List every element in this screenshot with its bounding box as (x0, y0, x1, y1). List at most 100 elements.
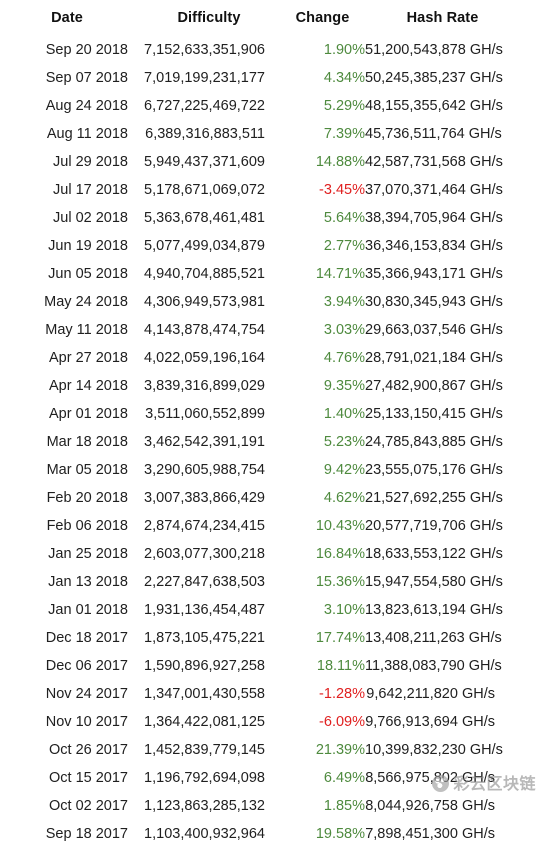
cell-hash-rate: 23,555,075,176 GH/s (365, 462, 503, 478)
cell-date: Apr 27 2018 (48, 350, 128, 366)
cell-date: May 11 2018 (45, 322, 128, 338)
cell-date: Aug 24 2018 (45, 98, 128, 114)
cell-date: Aug 11 2018 (46, 126, 128, 142)
cell-hash-rate: 45,736,511,764 GH/s (365, 126, 502, 142)
cell-hash-rate: 11,388,083,790 GH/s (365, 658, 502, 674)
cell-difficulty: 2,227,847,638,503 (144, 574, 265, 590)
cell-difficulty: 1,196,792,694,098 (144, 770, 265, 786)
cell-date: Nov 10 2017 (45, 714, 128, 730)
cell-date: Dec 06 2017 (45, 658, 128, 674)
cell-difficulty: 1,873,105,475,221 (144, 630, 265, 646)
cell-hash-rate: 15,947,554,580 GH/s (365, 574, 503, 590)
cell-difficulty: 3,290,605,988,754 (144, 462, 265, 478)
cell-change: 18.11% (316, 658, 365, 674)
cell-difficulty: 3,511,060,552,899 (145, 406, 265, 422)
bitcoin-difficulty-table: Date Difficulty Change Hash Rate Sep 20 … (0, 0, 542, 848)
cell-hash-rate: 35,366,943,171 GH/s (365, 266, 503, 282)
cell-date: Apr 14 2018 (48, 378, 128, 394)
cell-date: Sep 07 2018 (45, 70, 128, 86)
cell-hash-rate: 10,399,832,230 GH/s (365, 742, 503, 758)
cell-hash-rate: 37,070,371,464 GH/s (365, 182, 503, 198)
table-row: Dec 06 2017 1,590,896,927,258 18.11% 11,388… (0, 652, 542, 680)
table-row: Jun 05 2018 4,940,704,885,521 14.71% 35,366… (0, 260, 542, 288)
cell-change: 1.85% (323, 798, 365, 814)
cell-difficulty: 5,178,671,069,072 (144, 182, 265, 198)
cell-change: 1.90% (323, 42, 365, 58)
cell-change: 5.29% (323, 98, 365, 114)
cell-hash-rate: 42,587,731,568 GH/s (365, 154, 503, 170)
table-row: Jul 02 2018 5,363,678,461,481 5.64% 38,394,… (0, 204, 542, 232)
cell-difficulty: 4,022,059,196,164 (144, 350, 265, 366)
table-row: Jul 17 2018 5,178,671,069,072 -3.45% 37,070… (0, 176, 542, 204)
cell-hash-rate: 8,044,926,758 GH/s (365, 798, 495, 814)
cell-change: 5.64% (323, 210, 365, 226)
table-row: May 24 2018 4,306,949,573,981 3.94% 30,830,… (0, 288, 542, 316)
cell-difficulty: 1,452,839,779,145 (144, 742, 265, 758)
cell-difficulty: 3,462,542,391,191 (144, 434, 265, 450)
cell-date: May 24 2018 (44, 294, 128, 310)
cell-date: Jul 29 2018 (53, 154, 128, 170)
column-header-difficulty: Difficulty (177, 10, 241, 26)
cell-change: 4.76% (323, 350, 365, 366)
cell-date: Jun 05 2018 (48, 266, 128, 282)
cell-change: 16.84% (315, 546, 365, 562)
cell-difficulty: 2,603,077,300,218 (144, 546, 265, 562)
table-row: Feb 20 2018 3,007,383,866,429 4.62% 21,527,… (0, 484, 542, 512)
cell-hash-rate: 29,663,037,546 GH/s (365, 322, 503, 338)
cell-change: 3.10% (323, 602, 365, 618)
cell-change: -6.09% (319, 714, 365, 730)
cell-hash-rate: 18,633,553,122 GH/s (365, 546, 503, 562)
cell-change: 19.58% (315, 826, 365, 842)
table-row: Aug 24 2018 6,727,225,469,722 5.29% 48,155,… (0, 92, 542, 120)
table-row: Sep 18 2017 1,103,400,932,964 19.58% 7,898,… (0, 820, 542, 848)
cell-difficulty: 5,949,437,371,609 (144, 154, 265, 170)
table-row: Nov 10 2017 1,364,422,081,125 -6.09% 9,766,… (0, 708, 542, 736)
table-row: Jan 13 2018 2,227,847,638,503 15.36% 15,947… (0, 568, 542, 596)
cell-change: 9.42% (323, 462, 365, 478)
cell-hash-rate: 20,577,719,706 GH/s (365, 518, 503, 534)
cell-hash-rate: 27,482,900,867 GH/s (365, 378, 503, 394)
table-header-row: Date Difficulty Change Hash Rate (0, 0, 542, 36)
cell-date: Dec 18 2017 (45, 630, 128, 646)
cell-hash-rate: 50,245,385,237 GH/s (365, 70, 503, 86)
cell-date: Jan 13 2018 (48, 574, 128, 590)
cell-difficulty: 6,389,316,883,511 (145, 126, 265, 142)
cell-date: Nov 24 2017 (45, 686, 128, 702)
cell-change: 14.71% (315, 266, 365, 282)
cell-hash-rate: 9,642,211,820 GH/s (366, 686, 495, 702)
cell-change: 6.49% (323, 770, 365, 786)
table-row: Sep 07 2018 7,019,199,231,177 4.34% 50,245,… (0, 64, 542, 92)
cell-hash-rate: 13,823,613,194 GH/s (365, 602, 503, 618)
cell-difficulty: 3,007,383,866,429 (144, 490, 265, 506)
cell-change: 17.74% (315, 630, 365, 646)
cell-date: Jun 19 2018 (48, 238, 128, 254)
cell-difficulty: 3,839,316,899,029 (144, 378, 265, 394)
table-row: May 11 2018 4,143,878,474,754 3.03% 29,663,… (0, 316, 542, 344)
cell-change: 3.94% (323, 294, 365, 310)
cell-date: Sep 20 2018 (45, 42, 128, 58)
table-row: Aug 11 2018 6,389,316,883,511 7.39% 45,736,… (0, 120, 542, 148)
cell-difficulty: 7,152,633,351,906 (144, 42, 265, 58)
cell-change: -1.28% (319, 686, 365, 702)
table-header: Date Difficulty Change Hash Rate (0, 0, 542, 36)
cell-date: Oct 26 2017 (49, 742, 128, 758)
table-row: Mar 18 2018 3,462,542,391,191 5.23% 24,785,… (0, 428, 542, 456)
table-row: Sep 20 2018 7,152,633,351,906 1.90% 51,200,… (0, 36, 542, 64)
cell-change: 1.40% (323, 406, 365, 422)
cell-hash-rate: 51,200,543,878 GH/s (365, 42, 503, 58)
cell-difficulty: 2,874,674,234,415 (144, 518, 265, 534)
table-body: Sep 20 2018 7,152,633,351,906 1.90% 51,200,… (0, 36, 542, 848)
cell-hash-rate: 21,527,692,255 GH/s (365, 490, 503, 506)
table-row: Oct 02 2017 1,123,863,285,132 1.85% 8,044,9… (0, 792, 542, 820)
cell-difficulty: 5,363,678,461,481 (144, 210, 265, 226)
column-header-hash-rate: Hash Rate (406, 10, 479, 26)
cell-hash-rate: 48,155,355,642 GH/s (365, 98, 503, 114)
cell-hash-rate: 38,394,705,964 GH/s (365, 210, 503, 226)
table-row: Jul 29 2018 5,949,437,371,609 14.88% 42,587… (0, 148, 542, 176)
cell-change: 2.77% (323, 238, 365, 254)
table-row: Oct 15 2017 1,196,792,694,098 6.49% 8,566,9… (0, 764, 542, 792)
cell-change: 3.03% (323, 322, 365, 338)
cell-date: Oct 02 2017 (49, 798, 128, 814)
table-row: Feb 06 2018 2,874,674,234,415 10.43% 20,577… (0, 512, 542, 540)
column-header-date: Date (51, 10, 83, 26)
